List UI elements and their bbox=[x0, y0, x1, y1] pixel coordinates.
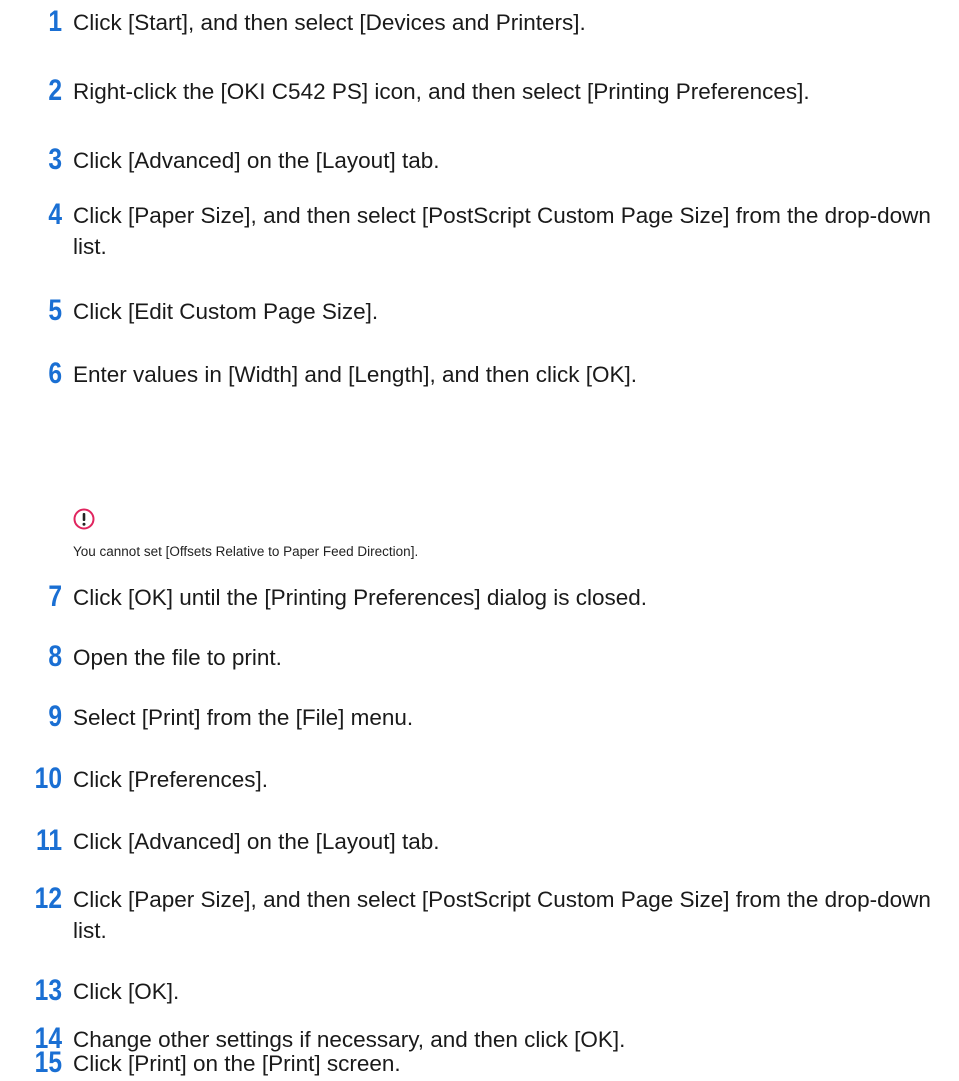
instruction-page: 1 Click [Start], and then select [Device… bbox=[0, 0, 959, 1081]
step-text: Click [Paper Size], and then select [Pos… bbox=[73, 887, 931, 943]
step-text: Click [Paper Size], and then select [Pos… bbox=[73, 203, 931, 259]
step-number: 1 bbox=[48, 5, 62, 38]
step-text: Open the file to print. bbox=[73, 645, 282, 670]
step-number: 3 bbox=[48, 143, 62, 176]
step-number: 4 bbox=[48, 198, 62, 231]
step-number: 7 bbox=[48, 580, 62, 613]
step-number: 11 bbox=[35, 824, 62, 857]
step-number: 5 bbox=[48, 294, 62, 327]
step-number: 2 bbox=[48, 74, 62, 107]
step-text: Click [Edit Custom Page Size]. bbox=[73, 299, 379, 324]
step-text: Click [OK] until the [Printing Preferenc… bbox=[73, 585, 648, 610]
step-text: Click [Preferences]. bbox=[73, 767, 269, 792]
step-number: 6 bbox=[48, 357, 62, 390]
step-number: 10 bbox=[34, 762, 62, 795]
caution-note: You cannot set [Offsets Relative to Pape… bbox=[73, 508, 913, 562]
note-text: You cannot set [Offsets Relative to Pape… bbox=[73, 544, 419, 559]
step-text: Click [OK]. bbox=[73, 979, 180, 1004]
step-number: 15 bbox=[34, 1046, 62, 1079]
caution-icon bbox=[73, 508, 95, 530]
step-number: 13 bbox=[34, 974, 62, 1007]
step-number: 12 bbox=[34, 882, 62, 915]
step-text: Select [Print] from the [File] menu. bbox=[73, 705, 414, 730]
step-number: 9 bbox=[48, 700, 62, 733]
step-text: Click [Start], and then select [Devices … bbox=[73, 10, 586, 35]
step-number: 8 bbox=[48, 640, 62, 673]
step-text: Click [Print] on the [Print] screen. bbox=[73, 1051, 401, 1076]
step-text: Click [Advanced] on the [Layout] tab. bbox=[73, 829, 440, 854]
step-text: Click [Advanced] on the [Layout] tab. bbox=[73, 148, 440, 173]
step-text: Enter values in [Width] and [Length], an… bbox=[73, 362, 638, 387]
step-text: Right-click the [OKI C542 PS] icon, and … bbox=[73, 79, 810, 104]
